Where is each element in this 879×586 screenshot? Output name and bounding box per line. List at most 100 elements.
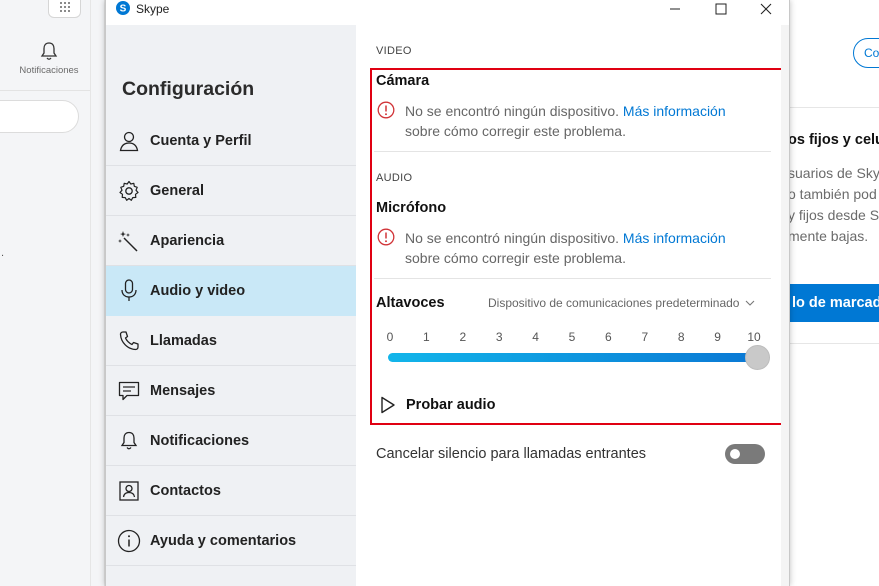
minimize-icon: [670, 8, 680, 10]
sidebar-item-general[interactable]: General: [106, 166, 356, 216]
stray-text: .: [1, 247, 5, 259]
volume-tick: 4: [532, 330, 539, 344]
video-section-label: VIDEO: [376, 45, 412, 57]
audio-section-label: AUDIO: [376, 172, 413, 184]
divider: [790, 107, 879, 108]
volume-tick: 0: [386, 330, 394, 344]
gear-icon: [117, 179, 141, 203]
close-button[interactable]: [743, 0, 789, 18]
test-audio-button[interactable]: Probar audio: [380, 396, 495, 414]
settings-window: S Skype Configuración Cuenta y Perfil Ge…: [105, 0, 790, 586]
volume-slider-handle[interactable]: [745, 345, 770, 370]
background-right-pane: Co os fijos y celu suarios de Sky o tamb…: [790, 0, 879, 586]
volume-tick: 6: [605, 330, 612, 344]
background-heading: os fijos y celu: [790, 132, 879, 148]
search-input[interactable]: [0, 100, 79, 133]
test-audio-label: Probar audio: [406, 397, 496, 413]
unmute-incoming-toggle[interactable]: [725, 444, 765, 464]
sidebar-item-label: Audio y video: [150, 282, 246, 299]
notifications-label[interactable]: Notificaciones: [12, 65, 86, 76]
background-pill-button[interactable]: Co: [853, 38, 879, 68]
play-icon: [381, 396, 395, 414]
background-paragraph: suarios de Sky o también pod y fijos des…: [790, 163, 879, 247]
person-icon: [117, 129, 141, 153]
title-bar: S Skype: [106, 0, 789, 18]
volume-tick: 3: [495, 330, 503, 344]
maximize-icon: [715, 3, 727, 15]
microphone-warning-text: sobre cómo corregir este problema.: [405, 250, 626, 266]
microphone-title: Micrófono: [376, 200, 447, 216]
dialpad-call-button[interactable]: lo de marcad: [790, 284, 879, 322]
warning-icon: [377, 101, 395, 119]
volume-tick: 9: [714, 330, 721, 344]
window-title: Skype: [136, 2, 170, 16]
divider: [0, 90, 90, 91]
sidebar-item-calls[interactable]: Llamadas: [106, 316, 356, 366]
chevron-down-icon: [746, 300, 755, 306]
volume-tick: 2: [459, 330, 467, 344]
background-left-pane: Notificaciones .: [0, 0, 105, 586]
background-paragraph-line: suarios de Sky: [790, 165, 879, 181]
magic-wand-icon: [117, 229, 141, 253]
toggle-knob: [730, 449, 740, 459]
sidebar-item-appearance[interactable]: Apariencia: [106, 216, 356, 266]
sidebar-item-label: Contactos: [150, 482, 221, 499]
sidebar-item-label: Llamadas: [150, 332, 217, 349]
divider: [90, 0, 91, 586]
sidebar-item-label: General: [150, 182, 204, 199]
volume-scale: 0 1 2 3 4 5 6 7 8 9 10: [384, 330, 762, 344]
bell-icon: [117, 429, 141, 453]
volume-tick: 7: [641, 330, 649, 344]
background-paragraph-line: mente bajas.: [790, 228, 869, 244]
sidebar-item-audio-video[interactable]: Audio y video: [106, 266, 356, 316]
microphone-warning-text: No se encontró ningún dispositivo.: [405, 230, 620, 246]
speakers-device-dropdown[interactable]: Dispositivo de comunicaciones predetermi…: [488, 296, 755, 310]
volume-tick: 10: [747, 330, 761, 344]
volume-tick: 1: [423, 330, 430, 344]
sidebar-item-label: Mensajes: [150, 382, 216, 399]
volume-tick: 8: [677, 330, 685, 344]
message-icon: [117, 379, 141, 403]
divider: [790, 343, 879, 344]
settings-sidebar: Configuración Cuenta y Perfil General Ap…: [106, 25, 356, 586]
speakers-label: Altavoces: [376, 295, 445, 311]
divider: [374, 151, 771, 152]
info-icon: [117, 529, 141, 553]
sidebar-item-label: Cuenta y Perfil: [150, 132, 252, 149]
unmute-incoming-label: Cancelar silencio para llamadas entrante…: [376, 446, 647, 462]
divider: [374, 278, 771, 279]
phone-icon: [117, 329, 141, 353]
sidebar-item-notifications[interactable]: Notificaciones: [106, 416, 356, 466]
microphone-more-info-link[interactable]: Más información: [623, 230, 726, 246]
scrollbar[interactable]: [781, 25, 789, 586]
close-icon: [760, 3, 772, 15]
camera-more-info-link[interactable]: Más información: [623, 103, 726, 119]
microphone-icon: [117, 278, 141, 303]
maximize-button[interactable]: [698, 0, 744, 18]
camera-warning-text: sobre cómo corregir este problema.: [405, 123, 626, 139]
minimize-button[interactable]: [652, 0, 698, 18]
camera-title: Cámara: [376, 73, 430, 89]
bell-icon[interactable]: [39, 40, 59, 62]
volume-slider-track[interactable]: [388, 353, 758, 362]
audio-video-settings: VIDEO Cámara No se encontró ningún dispo…: [356, 25, 789, 586]
contacts-icon: [117, 479, 141, 503]
volume-tick: 5: [568, 330, 576, 344]
sidebar-item-help[interactable]: Ayuda y comentarios: [106, 516, 356, 566]
dialpad-button[interactable]: [48, 0, 81, 18]
background-paragraph-line: y fijos desde S: [790, 207, 879, 223]
sidebar-item-label: Notificaciones: [150, 432, 250, 449]
speakers-device-value: Dispositivo de comunicaciones predetermi…: [488, 296, 740, 310]
microphone-warning: No se encontró ningún dispositivo. Más i…: [405, 228, 775, 268]
sidebar-item-messages[interactable]: Mensajes: [106, 366, 356, 416]
camera-warning: No se encontró ningún dispositivo. Más i…: [405, 101, 775, 141]
dialpad-icon: [59, 2, 70, 12]
skype-logo-icon: S: [116, 1, 130, 15]
sidebar-item-contacts[interactable]: Contactos: [106, 466, 356, 516]
sidebar-item-account[interactable]: Cuenta y Perfil: [106, 116, 356, 166]
sidebar-item-label: Ayuda y comentarios: [150, 532, 297, 549]
sidebar-title: Configuración: [122, 78, 255, 100]
background-paragraph-line: o también pod: [790, 186, 877, 202]
warning-icon: [377, 228, 395, 246]
sidebar-item-label: Apariencia: [150, 232, 225, 249]
